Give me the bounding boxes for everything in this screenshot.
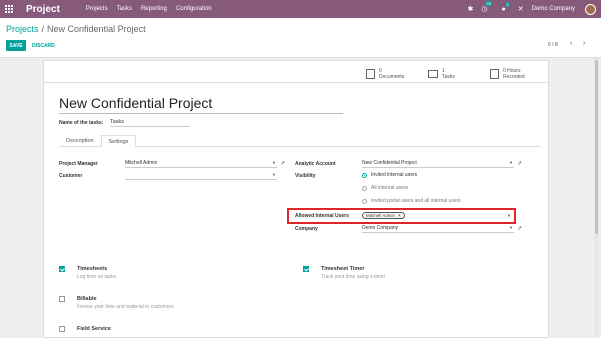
visibility-option-label: Invited internal users bbox=[371, 172, 418, 178]
company-label: Company bbox=[295, 226, 318, 232]
close-icon[interactable]: × bbox=[398, 213, 401, 218]
timesheets-checkbox[interactable] bbox=[59, 266, 65, 272]
save-button[interactable]: SAVE bbox=[6, 40, 26, 51]
field-service-title: Field Service bbox=[77, 326, 111, 332]
pager-previous-icon[interactable]: ‹ bbox=[570, 40, 572, 47]
timesheet-timer-description: Track your time using a timer bbox=[321, 274, 386, 280]
breadcrumb-current: New Confidential Project bbox=[47, 24, 146, 34]
visibility-radio-invited-internal[interactable]: Invited internal users bbox=[362, 172, 417, 178]
user-tag-label: Mitchell Admin bbox=[366, 213, 396, 218]
menu-projects[interactable]: Projects bbox=[86, 6, 108, 12]
app-brand[interactable]: Project bbox=[26, 4, 60, 15]
menu-reporting[interactable]: Reporting bbox=[141, 6, 167, 12]
documents-stat-button[interactable]: 0 Documents bbox=[366, 65, 404, 83]
apps-menu-button[interactable] bbox=[0, 0, 18, 18]
analytic-account-label: Analytic Account bbox=[295, 161, 336, 167]
documents-label: Documents bbox=[379, 74, 405, 80]
tasks-name-label: Name of the tasks: bbox=[59, 120, 104, 126]
analytic-account-field[interactable]: New Confidential Project ▼ bbox=[362, 160, 514, 168]
tasks-name-input[interactable]: Tasks bbox=[110, 119, 190, 127]
external-link-icon[interactable]: ↗ bbox=[280, 160, 285, 167]
bug-icon[interactable]: ✱ bbox=[468, 5, 474, 13]
company-switcher[interactable]: Demo Company bbox=[532, 6, 575, 12]
chevron-down-icon[interactable]: ▼ bbox=[507, 213, 511, 218]
visibility-option-label: Invited portal users and all internal us… bbox=[371, 198, 461, 204]
chevron-down-icon[interactable]: ▼ bbox=[509, 225, 513, 230]
activity-icon[interactable]: ◷ 26 bbox=[481, 1, 492, 13]
control-panel: Projects / New Confidential Project SAVE D… bbox=[0, 18, 601, 58]
company-value: Demo Company bbox=[362, 225, 399, 231]
allowed-internal-users-label: Allowed Internal Users bbox=[295, 213, 349, 219]
grid-icon bbox=[5, 5, 13, 13]
visibility-label: Visibility bbox=[295, 173, 316, 179]
page-scrollbar[interactable] bbox=[594, 58, 599, 338]
notebook-tabs: Description Settings bbox=[59, 135, 541, 147]
breadcrumb-projects-link[interactable]: Projects bbox=[6, 24, 39, 34]
discard-button[interactable]: DISCARD bbox=[32, 40, 55, 51]
pager-value[interactable]: 6 / 8 bbox=[548, 42, 558, 48]
title-underline bbox=[59, 113, 343, 114]
chevron-down-icon[interactable]: ▼ bbox=[272, 160, 276, 165]
tab-settings[interactable]: Settings bbox=[100, 135, 137, 147]
timesheet-timer-title: Timesheet Timer bbox=[321, 266, 365, 272]
customer-label: Customer bbox=[59, 173, 83, 179]
project-manager-field[interactable]: Mitchell Admin ▼ bbox=[125, 160, 277, 168]
billable-checkbox[interactable] bbox=[59, 296, 65, 302]
timesheets-description: Log time on tasks bbox=[77, 274, 117, 280]
radio-selected-icon bbox=[362, 172, 367, 178]
field-service-checkbox[interactable] bbox=[59, 326, 65, 332]
visibility-radio-portal[interactable]: Invited portal users and all internal us… bbox=[362, 198, 461, 204]
chevron-down-icon[interactable]: ▼ bbox=[509, 160, 513, 165]
form-sheet: 0 Documents 1 Tasks 0 Hours Recorded New Co… bbox=[43, 60, 550, 338]
visibility-radio-all-internal[interactable]: All internal users bbox=[362, 185, 408, 191]
billable-description: Invoice your time and material to custom… bbox=[77, 304, 174, 310]
chat-icon[interactable]: ● 5 bbox=[502, 1, 510, 13]
project-title[interactable]: New Confidential Project bbox=[59, 95, 212, 111]
tab-description[interactable]: Description bbox=[59, 135, 101, 146]
user-tag[interactable]: Mitchell Admin × bbox=[362, 212, 405, 219]
scrollbar-thumb[interactable] bbox=[595, 60, 598, 234]
tasks-list-icon bbox=[428, 70, 438, 78]
activity-badge: 26 bbox=[485, 1, 492, 6]
recorded-hours-stat-button[interactable]: 0 Hours Recorded bbox=[490, 65, 525, 83]
menu-tasks[interactable]: Tasks bbox=[117, 6, 132, 12]
billable-title: Billable bbox=[77, 296, 97, 302]
document-icon bbox=[366, 69, 375, 79]
chat-badge: 5 bbox=[505, 1, 510, 7]
menu-configuration[interactable]: Configuration bbox=[176, 6, 212, 12]
breadcrumb: Projects / New Confidential Project bbox=[6, 24, 146, 34]
customer-field[interactable]: ▼ bbox=[125, 172, 277, 180]
stat-divider bbox=[44, 82, 550, 83]
radio-unselected-icon bbox=[362, 185, 367, 191]
timesheet-timer-checkbox[interactable] bbox=[303, 266, 309, 272]
top-navbar: Project Projects Tasks Reporting Configu… bbox=[0, 0, 601, 18]
calendar-icon bbox=[490, 69, 499, 79]
pager-next-icon[interactable]: › bbox=[583, 40, 585, 47]
project-manager-value: Mitchell Admin bbox=[125, 160, 158, 166]
external-link-icon[interactable]: ↗ bbox=[517, 225, 522, 232]
visibility-option-label: All internal users bbox=[371, 185, 408, 191]
external-link-icon[interactable]: ↗ bbox=[517, 160, 522, 167]
project-manager-label: Project Manager bbox=[59, 161, 98, 167]
tasks-stat-button[interactable]: 1 Tasks bbox=[428, 65, 455, 83]
analytic-account-value: New Confidential Project bbox=[362, 160, 417, 166]
radio-unselected-icon bbox=[362, 198, 367, 204]
tasks-label: Tasks bbox=[442, 74, 455, 80]
tools-icon[interactable]: ✕ bbox=[518, 5, 524, 13]
breadcrumb-separator: / bbox=[41, 24, 45, 34]
company-field[interactable]: Demo Company ▼ bbox=[362, 225, 514, 233]
timesheets-title: Timesheets bbox=[77, 266, 108, 272]
chevron-down-icon[interactable]: ▼ bbox=[272, 172, 276, 177]
user-avatar[interactable] bbox=[585, 3, 596, 15]
hours-label: Recorded bbox=[503, 74, 525, 80]
